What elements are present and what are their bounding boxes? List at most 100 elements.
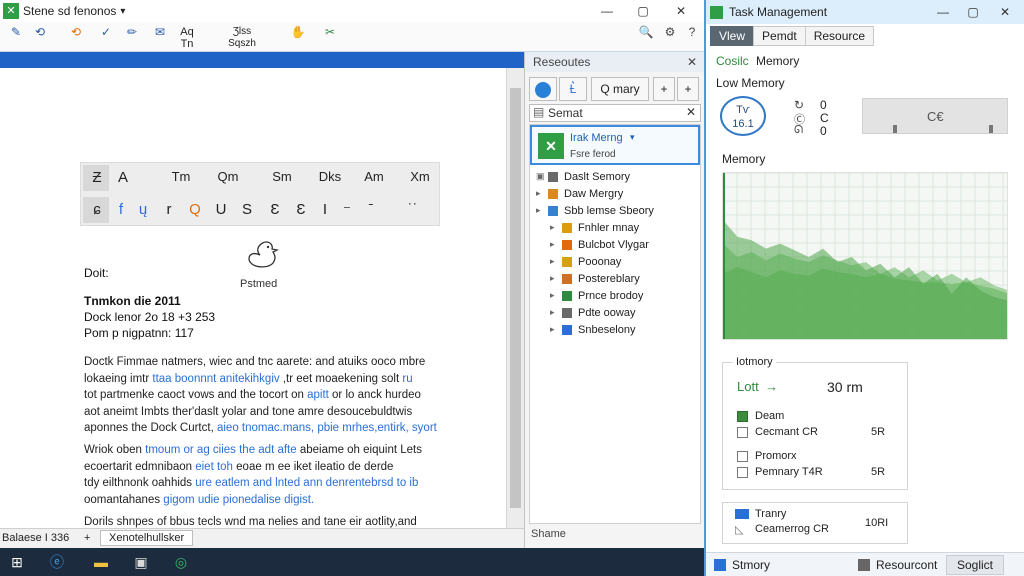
format-btn-11[interactable]: ų xyxy=(129,201,157,218)
tree-item[interactable]: ▸ Pdte ooway xyxy=(530,305,700,322)
ribbon-check-icon[interactable]: ✓ xyxy=(96,26,116,48)
minimize-button[interactable]: — xyxy=(590,0,624,22)
expand-arrow-icon[interactable]: ▸ xyxy=(550,273,555,284)
tm-close-button[interactable]: ✕ xyxy=(988,1,1022,23)
resources-search-input[interactable]: ▤ Semat ✕ xyxy=(529,104,701,122)
tree-item[interactable]: ▸ Snbeselony xyxy=(530,322,700,339)
format-btn-8[interactable]: Xm xyxy=(403,169,437,184)
start-icon[interactable]: ⊞ xyxy=(6,552,28,572)
p2-span-1[interactable]: tmoum or ag ciies the adt afte xyxy=(145,444,297,456)
status-tab[interactable]: Xenotelhullsker xyxy=(100,530,194,546)
expand-arrow-icon[interactable]: ▸ xyxy=(550,222,555,233)
format-btn-15[interactable]: S xyxy=(233,201,261,218)
format-btn-13[interactable]: Q xyxy=(181,201,209,218)
format-btn-20[interactable]: ˉ xyxy=(357,201,385,218)
p1-span-2[interactable]: ttaa boonnnt anitekihkgiv xyxy=(152,373,279,385)
ribbon-brush-icon[interactable]: ⟲ xyxy=(30,26,50,48)
trany-card: Tranry ◺ Ceamerrog CR 10RI xyxy=(722,502,908,544)
footer-stmory[interactable]: Stmory xyxy=(732,558,770,572)
ribbon-font-button[interactable]: Aq Tn xyxy=(176,26,198,50)
maximize-button[interactable]: ▢ xyxy=(626,0,660,22)
ribbon-settings-icon[interactable]: ⚙ xyxy=(660,26,680,48)
ribbon-help-icon[interactable]: ? xyxy=(684,26,700,48)
expand-arrow-icon[interactable]: ▸ xyxy=(550,290,555,301)
checkbox-deam[interactable] xyxy=(737,411,748,422)
tree-item[interactable]: ▸ Prnce brodoy xyxy=(530,288,700,305)
ribbon-search-icon[interactable]: 🔍 xyxy=(636,26,656,48)
app-icon-taskbar[interactable]: ◎ xyxy=(170,552,192,572)
format-btn-6[interactable]: Dks xyxy=(313,169,347,184)
tm-minimize-button[interactable]: — xyxy=(926,1,960,23)
tree-item[interactable]: ▸ Sbb lemse Sbeory xyxy=(530,203,700,220)
ribbon-mail-icon[interactable]: ✉ xyxy=(150,26,170,48)
resources-close-button[interactable]: ✕ xyxy=(687,55,697,69)
expand-arrow-icon[interactable]: ▸ xyxy=(536,205,541,216)
tab-resource[interactable]: Resource xyxy=(804,26,875,46)
checkbox-cecmant[interactable] xyxy=(737,427,748,438)
expand-arrow-icon[interactable]: ▸ xyxy=(536,188,541,199)
tab-view[interactable]: Vlew xyxy=(710,26,755,46)
tree-item[interactable]: ▸ Pooonay xyxy=(530,254,700,271)
ribbon-hand-icon[interactable]: ✋ xyxy=(288,26,308,48)
tree-item[interactable]: ▸ Fnhler mnay xyxy=(530,220,700,237)
footer-soglict-button[interactable]: Soglict xyxy=(946,555,1005,575)
tree-selected-node[interactable]: ✕ Irak Merng ▾ Fsre ferod xyxy=(530,125,700,165)
format-btn-1[interactable]: Ƶ xyxy=(83,169,111,186)
footer-resourcont[interactable]: Resourcont xyxy=(876,558,937,572)
format-btn-5[interactable]: Sm xyxy=(265,169,299,184)
ribbon-style-button[interactable]: Ʒlss Sqszh xyxy=(222,26,262,49)
p2-span-7[interactable]: ure eatlem and lnted ann denrentebrsd to… xyxy=(195,477,418,489)
format-btn-12[interactable]: r xyxy=(155,201,183,218)
expand-arrow-icon[interactable]: ▸ xyxy=(550,256,555,267)
scrollbar-thumb[interactable] xyxy=(510,88,521,508)
resources-add-button[interactable]: + xyxy=(653,77,675,101)
document-scrollbar[interactable] xyxy=(506,68,524,528)
tree-item[interactable]: ▸ Bulcbot Vlygar xyxy=(530,237,700,254)
resources-panel: Reseoutes ✕ Ƚ͛ Q mary + + ▤ Semat ✕ ✕ Ir… xyxy=(524,52,705,548)
format-btn-16[interactable]: Ɛ xyxy=(261,201,289,218)
store-icon[interactable]: ▣ xyxy=(130,552,152,572)
ribbon-scissors-icon[interactable]: ✂ xyxy=(320,26,340,48)
resources-query-button[interactable]: Q mary xyxy=(591,77,649,101)
format-btn-14[interactable]: U xyxy=(207,201,235,218)
ribbon-pen-icon[interactable]: ✎ xyxy=(6,26,26,48)
folder-icon[interactable]: ▬ xyxy=(90,552,112,572)
node-dropdown-icon[interactable]: ▾ xyxy=(630,132,635,143)
ribbon-undo-icon[interactable]: ⟲ xyxy=(66,26,86,48)
checkbox-pemnary[interactable] xyxy=(737,467,748,478)
p1-span-4[interactable]: ru xyxy=(402,373,412,385)
document-page[interactable]: Ƶ A Tm Qm Sm Dks Am Xm ɕ f ų r Q U S Ɛ Ɛ… xyxy=(0,68,506,528)
resources-globe-button[interactable] xyxy=(529,77,557,101)
tab-pemdt[interactable]: Pemdt xyxy=(753,26,806,46)
tree-item[interactable]: ▣ Daslt Semory xyxy=(530,169,700,186)
document-window: ✕ Stene sd fenonos ▾ — ▢ ✕ ✎ ⟲ ⟲ ✓ ✏ ✉ A… xyxy=(0,0,705,548)
expand-arrow-icon[interactable]: ▸ xyxy=(550,239,555,250)
tm-maximize-button[interactable]: ▢ xyxy=(956,1,990,23)
format-btn-3[interactable]: Tm xyxy=(165,169,197,184)
expand-arrow-icon[interactable]: ▸ xyxy=(550,307,555,318)
title-dropdown-icon[interactable]: ▾ xyxy=(120,6,125,17)
stat-value-2: C xyxy=(820,111,829,125)
format-btn-7[interactable]: Am xyxy=(357,169,391,184)
tree-item[interactable]: ▸ Postereblary xyxy=(530,271,700,288)
edge-icon[interactable]: ⓔ xyxy=(46,552,68,572)
status-add-button[interactable]: + xyxy=(84,532,90,544)
close-button[interactable]: ✕ xyxy=(664,0,698,22)
p2-span-3: ecoertarit edmnibaon xyxy=(84,460,196,473)
p2-span-4[interactable]: eiet toh xyxy=(195,461,233,473)
search-clear-button[interactable]: ✕ xyxy=(686,105,696,119)
p1-span-11[interactable]: aieo tnomac.mans, pbie mrhes,entirk, syo… xyxy=(217,422,437,434)
expand-arrow-icon[interactable]: ▸ xyxy=(550,324,555,335)
ribbon-edit-icon[interactable]: ✏ xyxy=(122,26,142,48)
format-btn-21[interactable]: ˙˙ xyxy=(399,201,427,218)
p2-span-8: oomantahanes xyxy=(84,493,164,506)
format-btn-4[interactable]: Qm xyxy=(211,169,245,184)
resources-tool-button[interactable]: Ƚ͛ xyxy=(559,77,587,101)
format-btn-2[interactable]: A xyxy=(109,169,137,186)
resources-add-button-2[interactable]: + xyxy=(677,77,699,101)
p1-span-7[interactable]: apitt xyxy=(307,389,329,401)
p2-span-9[interactable]: gigom udie pionedalise digist. xyxy=(163,494,314,506)
checkbox-promorx[interactable] xyxy=(737,451,748,462)
expand-arrow-icon[interactable]: ▣ xyxy=(536,171,545,182)
tree-item[interactable]: ▸ Daw Mergry xyxy=(530,186,700,203)
